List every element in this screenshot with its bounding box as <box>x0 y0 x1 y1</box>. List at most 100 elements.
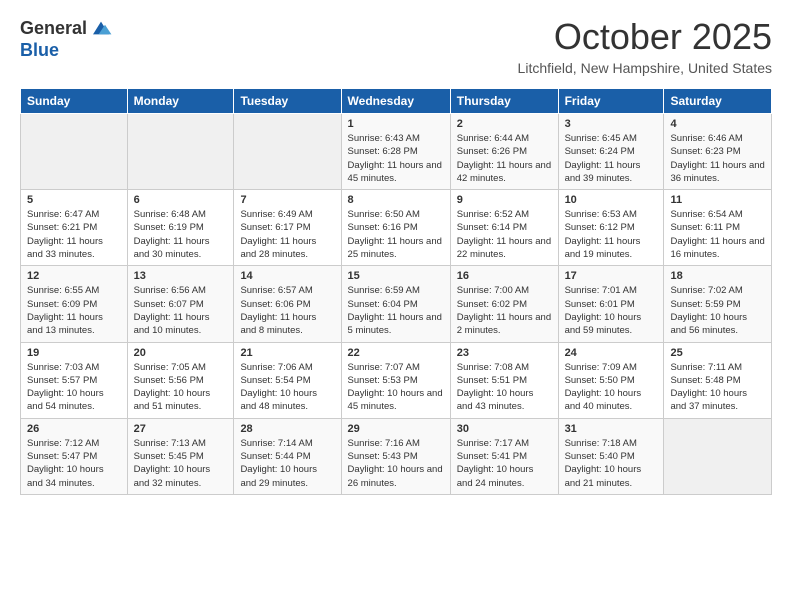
day-info: Sunrise: 7:08 AM Sunset: 5:51 PM Dayligh… <box>457 361 552 414</box>
header: General Blue October 2025 Litchfield, Ne… <box>20 16 772 76</box>
calendar-cell: 16Sunrise: 7:00 AM Sunset: 6:02 PM Dayli… <box>450 266 558 342</box>
weekday-header: Saturday <box>664 89 772 114</box>
day-number: 1 <box>348 118 444 130</box>
day-number: 14 <box>240 270 334 282</box>
calendar-cell: 25 Sunrise: 7:11 AM Sunset: 5:48 PM Dayli… <box>664 342 772 418</box>
title-block: October 2025 Litchfield, New Hampshire, … <box>518 16 772 76</box>
logo-icon <box>89 16 113 40</box>
day-info: Sunrise: 7:01 AM Sunset: 6:01 PM Dayligh… <box>565 284 658 337</box>
calendar-week-row: 1 Sunrise: 6:43 AM Sunset: 6:28 PM Daylig… <box>21 114 772 190</box>
day-info: Sunrise: 7:07 AM Sunset: 5:53 PM Dayligh… <box>348 361 444 414</box>
calendar-table: SundayMondayTuesdayWednesdayThursdayFrid… <box>20 88 772 495</box>
day-number: 13 <box>134 270 228 282</box>
calendar-cell: 4 Sunrise: 6:46 AM Sunset: 6:23 PM Daylig… <box>664 114 772 190</box>
day-info: Sunrise: 6:49 AM Sunset: 6:17 PM Dayligh… <box>240 208 334 261</box>
day-info: Sunrise: 6:50 AM Sunset: 6:16 PM Dayligh… <box>348 208 444 261</box>
calendar-cell: 26Sunrise: 7:12 AM Sunset: 5:47 PM Dayli… <box>21 418 128 494</box>
day-number: 29 <box>348 423 444 435</box>
day-number: 11 <box>670 194 765 206</box>
day-info: Sunrise: 6:57 AM Sunset: 6:06 PM Dayligh… <box>240 284 334 337</box>
calendar-week-row: 19 Sunrise: 7:03 AM Sunset: 5:57 PM Dayli… <box>21 342 772 418</box>
calendar-cell: 23 Sunrise: 7:08 AM Sunset: 5:51 PM Dayli… <box>450 342 558 418</box>
calendar-cell: 20 Sunrise: 7:05 AM Sunset: 5:56 PM Dayli… <box>127 342 234 418</box>
calendar-cell: 22 Sunrise: 7:07 AM Sunset: 5:53 PM Dayli… <box>341 342 450 418</box>
calendar-week-row: 26Sunrise: 7:12 AM Sunset: 5:47 PM Dayli… <box>21 418 772 494</box>
calendar-week-row: 12Sunrise: 6:55 AM Sunset: 6:09 PM Dayli… <box>21 266 772 342</box>
day-info: Sunrise: 7:14 AM Sunset: 5:44 PM Dayligh… <box>240 437 334 490</box>
page-container: General Blue October 2025 Litchfield, Ne… <box>0 0 792 511</box>
calendar-cell <box>21 114 128 190</box>
day-number: 30 <box>457 423 552 435</box>
day-number: 4 <box>670 118 765 130</box>
calendar-cell: 2 Sunrise: 6:44 AM Sunset: 6:26 PM Daylig… <box>450 114 558 190</box>
day-number: 3 <box>565 118 658 130</box>
calendar-cell: 19 Sunrise: 7:03 AM Sunset: 5:57 PM Dayli… <box>21 342 128 418</box>
calendar-cell: 15 Sunrise: 6:59 AM Sunset: 6:04 PM Dayli… <box>341 266 450 342</box>
day-number: 28 <box>240 423 334 435</box>
day-info: Sunrise: 6:54 AM Sunset: 6:11 PM Dayligh… <box>670 208 765 261</box>
day-number: 8 <box>348 194 444 206</box>
month-title: October 2025 <box>518 16 772 58</box>
day-number: 16 <box>457 270 552 282</box>
day-number: 19 <box>27 347 121 359</box>
weekday-header: Wednesday <box>341 89 450 114</box>
day-number: 12 <box>27 270 121 282</box>
day-info: Sunrise: 6:44 AM Sunset: 6:26 PM Dayligh… <box>457 132 552 185</box>
day-number: 17 <box>565 270 658 282</box>
calendar-cell: 21Sunrise: 7:06 AM Sunset: 5:54 PM Dayli… <box>234 342 341 418</box>
day-info: Sunrise: 6:43 AM Sunset: 6:28 PM Dayligh… <box>348 132 444 185</box>
calendar-cell: 6 Sunrise: 6:48 AM Sunset: 6:19 PM Daylig… <box>127 190 234 266</box>
day-number: 6 <box>134 194 228 206</box>
day-info: Sunrise: 7:17 AM Sunset: 5:41 PM Dayligh… <box>457 437 552 490</box>
calendar-cell <box>664 418 772 494</box>
day-info: Sunrise: 7:11 AM Sunset: 5:48 PM Dayligh… <box>670 361 765 414</box>
day-info: Sunrise: 6:59 AM Sunset: 6:04 PM Dayligh… <box>348 284 444 337</box>
calendar-cell: 11 Sunrise: 6:54 AM Sunset: 6:11 PM Dayli… <box>664 190 772 266</box>
day-number: 21 <box>240 347 334 359</box>
day-number: 2 <box>457 118 552 130</box>
day-number: 20 <box>134 347 228 359</box>
calendar-cell: 5Sunrise: 6:47 AM Sunset: 6:21 PM Daylig… <box>21 190 128 266</box>
day-info: Sunrise: 7:05 AM Sunset: 5:56 PM Dayligh… <box>134 361 228 414</box>
calendar-cell: 27 Sunrise: 7:13 AM Sunset: 5:45 PM Dayli… <box>127 418 234 494</box>
day-number: 15 <box>348 270 444 282</box>
calendar-cell: 1 Sunrise: 6:43 AM Sunset: 6:28 PM Daylig… <box>341 114 450 190</box>
calendar-cell <box>234 114 341 190</box>
calendar-cell: 30 Sunrise: 7:17 AM Sunset: 5:41 PM Dayli… <box>450 418 558 494</box>
calendar-cell: 18Sunrise: 7:02 AM Sunset: 5:59 PM Dayli… <box>664 266 772 342</box>
calendar-cell: 17 Sunrise: 7:01 AM Sunset: 6:01 PM Dayli… <box>558 266 664 342</box>
logo-blue-text: Blue <box>20 40 113 61</box>
day-number: 23 <box>457 347 552 359</box>
day-number: 24 <box>565 347 658 359</box>
logo-general-text: General <box>20 18 87 39</box>
day-info: Sunrise: 7:12 AM Sunset: 5:47 PM Dayligh… <box>27 437 121 490</box>
calendar-cell: 10 Sunrise: 6:53 AM Sunset: 6:12 PM Dayli… <box>558 190 664 266</box>
day-number: 22 <box>348 347 444 359</box>
day-info: Sunrise: 6:47 AM Sunset: 6:21 PM Dayligh… <box>27 208 121 261</box>
day-info: Sunrise: 6:48 AM Sunset: 6:19 PM Dayligh… <box>134 208 228 261</box>
calendar-cell: 8 Sunrise: 6:50 AM Sunset: 6:16 PM Daylig… <box>341 190 450 266</box>
day-info: Sunrise: 6:53 AM Sunset: 6:12 PM Dayligh… <box>565 208 658 261</box>
day-info: Sunrise: 7:03 AM Sunset: 5:57 PM Dayligh… <box>27 361 121 414</box>
day-info: Sunrise: 6:56 AM Sunset: 6:07 PM Dayligh… <box>134 284 228 337</box>
location: Litchfield, New Hampshire, United States <box>518 60 772 76</box>
weekday-header: Sunday <box>21 89 128 114</box>
calendar-cell <box>127 114 234 190</box>
weekday-header: Monday <box>127 89 234 114</box>
calendar-cell: 24Sunrise: 7:09 AM Sunset: 5:50 PM Dayli… <box>558 342 664 418</box>
day-number: 9 <box>457 194 552 206</box>
weekday-header: Thursday <box>450 89 558 114</box>
day-number: 7 <box>240 194 334 206</box>
day-number: 27 <box>134 423 228 435</box>
day-info: Sunrise: 6:46 AM Sunset: 6:23 PM Dayligh… <box>670 132 765 185</box>
day-info: Sunrise: 6:52 AM Sunset: 6:14 PM Dayligh… <box>457 208 552 261</box>
calendar-cell: 7 Sunrise: 6:49 AM Sunset: 6:17 PM Daylig… <box>234 190 341 266</box>
calendar-cell: 29 Sunrise: 7:16 AM Sunset: 5:43 PM Dayli… <box>341 418 450 494</box>
day-number: 10 <box>565 194 658 206</box>
day-number: 25 <box>670 347 765 359</box>
header-row: SundayMondayTuesdayWednesdayThursdayFrid… <box>21 89 772 114</box>
day-info: Sunrise: 7:13 AM Sunset: 5:45 PM Dayligh… <box>134 437 228 490</box>
day-number: 31 <box>565 423 658 435</box>
calendar-cell: 12Sunrise: 6:55 AM Sunset: 6:09 PM Dayli… <box>21 266 128 342</box>
day-info: Sunrise: 7:16 AM Sunset: 5:43 PM Dayligh… <box>348 437 444 490</box>
